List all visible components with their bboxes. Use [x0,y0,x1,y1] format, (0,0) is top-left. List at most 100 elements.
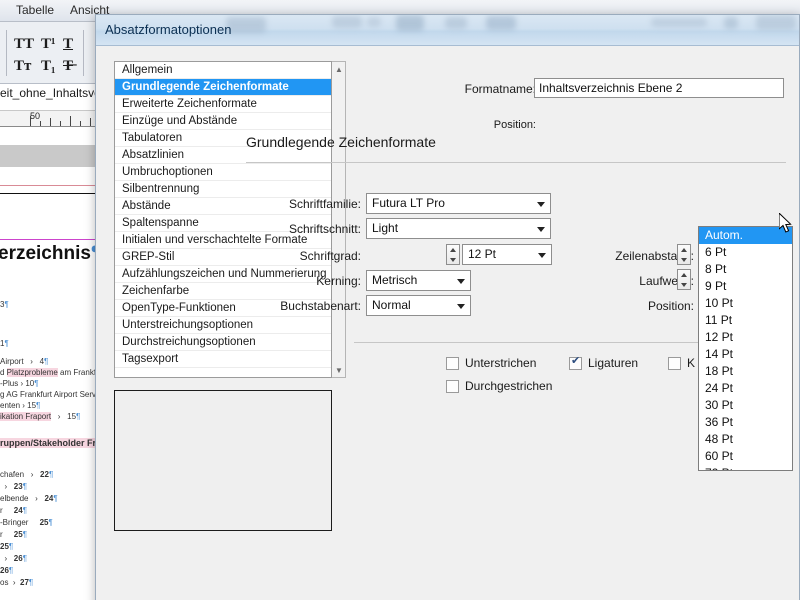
checkbox-durchgestrichen[interactable]: Durchgestrichen [446,379,552,393]
toc-entry: 3¶ [0,300,9,309]
category-item[interactable]: Allgemein [115,62,331,79]
font-size-combo[interactable]: 12 Pt [462,244,552,265]
category-list[interactable]: Allgemein Grundlegende Zeichenformate Erwe… [114,61,332,378]
paragraph-style-options-dialog[interactable]: Absatzformatoptionen Allgemein Grundlegen… [95,14,800,600]
dropdown-option[interactable]: 30 Pt [699,397,792,414]
dialog-title-bar[interactable]: Absatzformatoptionen [96,15,799,46]
case-combo[interactable]: Normal [366,295,471,316]
leading-dropdown-list[interactable]: Autom. 6 Pt 8 Pt 9 Pt 10 Pt 11 Pt 12 Pt 14 Pt 18… [698,226,793,471]
category-item[interactable]: Tagsexport [115,351,331,368]
format-name-input[interactable]: Inhaltsverzeichnis Ebene 2 [534,78,784,98]
chevron-down-icon[interactable] [457,304,465,309]
tracking-stepper[interactable] [677,269,691,290]
toc-entry: os › 27¶ [0,578,34,587]
titlebar-blur-artifact [724,17,738,29]
stepper-down-icon[interactable] [447,255,459,264]
chevron-down-icon[interactable] [537,202,545,207]
font-size-label: Schriftgrad: [299,249,361,263]
titlebar-blur-artifact [396,15,424,31]
kerning-value: Metrisch [372,273,418,287]
stepper-up-icon[interactable] [678,270,690,279]
toc-heading: erzeichnis¶ [0,243,102,265]
kerning-combo[interactable]: Metrisch [366,270,471,291]
dropdown-option[interactable]: 10 Pt [699,295,792,312]
toc-entry: r 24¶ [0,506,27,515]
dropdown-option[interactable]: 6 Pt [699,244,792,261]
leading-stepper[interactable] [677,244,691,265]
checkbox-label: Durchgestrichen [465,379,553,393]
ruler-minor-tick [40,121,41,126]
checkbox-box[interactable] [668,356,681,370]
category-item[interactable]: Unterstreichungsoptionen [115,317,331,334]
stepper-down-icon[interactable] [678,280,690,289]
dropdown-option[interactable]: 60 Pt [699,448,792,465]
category-list-scrollbar[interactable]: ▲ ▼ [332,61,346,378]
chevron-down-icon[interactable] [457,279,465,284]
checkbox-box[interactable] [446,356,459,370]
toolbar-separator-left [6,30,7,76]
scroll-up-icon[interactable]: ▲ [332,62,346,76]
toc-entry: d Platzprobleme am Frankf [0,368,97,377]
dropdown-option[interactable]: 48 Pt [699,431,792,448]
font-style-combo[interactable]: Light [366,218,551,239]
checkbox-kapitaelchen[interactable]: K [668,356,695,370]
toolbar-separator-right [83,30,84,76]
checkbox-label: Unterstrichen [465,356,537,370]
position-label: Position: [493,119,536,131]
ruler-minor-tick [90,118,91,126]
toc-entry: 25¶ [0,542,14,551]
dropdown-option[interactable]: 8 Pt [699,261,792,278]
dropdown-option[interactable]: 36 Pt [699,414,792,431]
dropdown-option[interactable]: 72 Pt [699,465,792,470]
stepper-down-icon[interactable] [678,255,690,264]
toc-entry: 1¶ [0,339,9,348]
font-style-label: Schriftschnitt: [288,222,361,236]
toc-entry: g AG Frankfurt Airport Servi [0,390,98,399]
checkbox-unterstrichen[interactable]: Unterstrichen [446,356,536,370]
ruler-tick-label: 50 [30,111,41,121]
category-item[interactable]: Umbruchoptionen [115,164,331,181]
ruler-minor-tick [60,121,61,126]
dropdown-option[interactable]: 18 Pt [699,363,792,380]
font-size-stepper[interactable] [446,244,460,265]
superscript-icon[interactable]: T¹ [41,36,56,53]
checkbox-ligaturen[interactable]: Ligaturen [569,355,638,370]
stepper-up-icon[interactable] [678,245,690,254]
case-value: Normal [372,298,411,312]
all-caps-icon[interactable]: TT [14,36,34,53]
underline-icon[interactable]: T [63,36,73,53]
checkbox-box[interactable] [569,355,582,370]
dropdown-option[interactable]: 24 Pt [699,380,792,397]
font-family-value: Futura LT Pro [372,196,445,210]
toc-entry: › 26¶ [0,554,27,563]
subscript-icon[interactable]: T₁ [41,58,56,75]
chevron-down-icon[interactable] [538,253,546,258]
checkbox-box[interactable] [446,379,459,393]
dropdown-option[interactable]: 9 Pt [699,278,792,295]
dropdown-option[interactable]: 12 Pt [699,329,792,346]
titlebar-blur-artifact [367,17,381,27]
ruler-minor-tick [80,121,81,126]
category-item[interactable]: Durchstreichungsoptionen [115,334,331,351]
font-family-label: Schriftfamilie: [288,197,361,211]
font-family-combo[interactable]: Futura LT Pro [366,193,551,214]
mouse-cursor-icon [779,213,792,233]
stepper-up-icon[interactable] [447,245,459,254]
category-item[interactable]: Silbentrennung [115,181,331,198]
category-item[interactable]: Einzüge und Abstände [115,113,331,130]
titlebar-blur-artifact [651,18,707,27]
titlebar-blur-artifact [332,16,362,28]
small-caps-icon[interactable]: Tᴛ [14,58,31,75]
strikethrough-icon[interactable]: T̶ [63,58,73,75]
style-preview-box [114,390,332,531]
scroll-down-icon[interactable]: ▼ [332,363,346,377]
titlebar-blur-artifact [226,17,266,33]
dropdown-option[interactable]: 14 Pt [699,346,792,363]
dropdown-option[interactable]: 11 Pt [699,312,792,329]
chevron-down-icon[interactable] [537,227,545,232]
category-item[interactable]: Grundlegende Zeichenformate [115,79,331,96]
toc-entry: elbende › 24¶ [0,494,58,503]
category-item[interactable]: Erweiterte Zeichenformate [115,96,331,113]
menu-item-tabelle[interactable]: Tabelle [16,3,54,17]
section-title: Grundlegende Zeichenformate [246,134,436,150]
